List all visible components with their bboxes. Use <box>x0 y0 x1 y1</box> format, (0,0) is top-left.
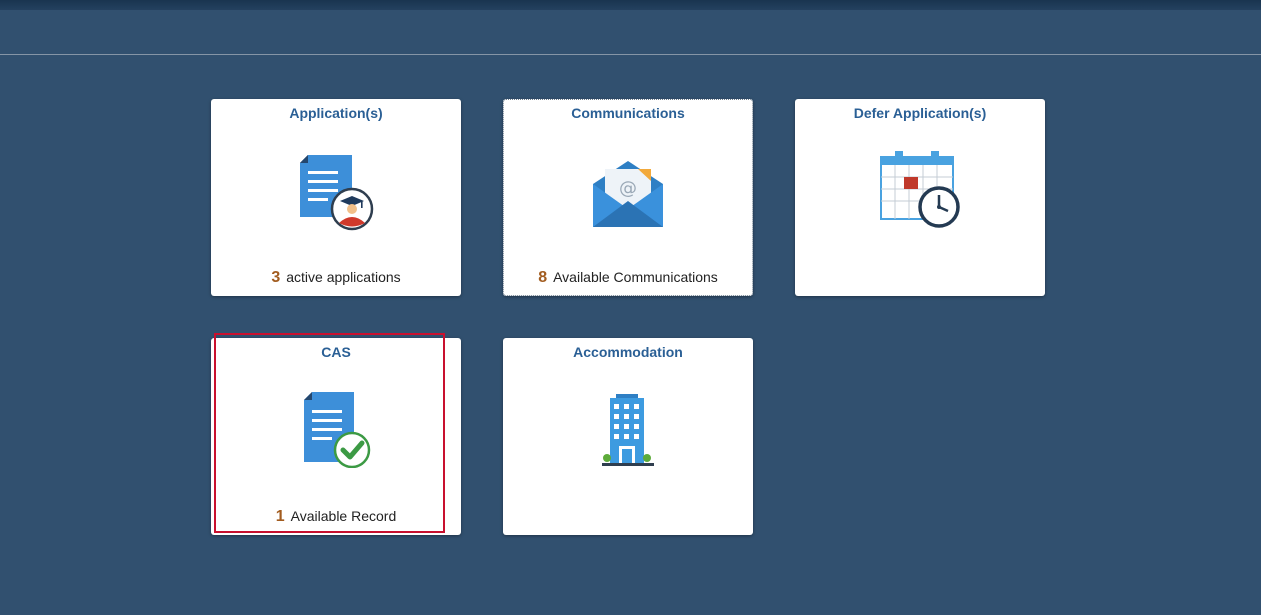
document-check-icon <box>211 382 461 474</box>
envelope-icon: @ <box>503 143 753 235</box>
tile-accommodation[interactable]: Accommodation <box>503 338 753 535</box>
header-band <box>0 10 1261 55</box>
calendar-clock-icon <box>795 143 1045 235</box>
tile-footer: 3 active applications <box>211 269 461 287</box>
tile-count: 1 <box>275 508 285 525</box>
tile-count: 8 <box>538 269 548 286</box>
tile-defer-applications[interactable]: Defer Application(s) <box>795 99 1045 296</box>
tile-title: Defer Application(s) <box>853 105 987 121</box>
tile-title: Communications <box>571 105 685 121</box>
tile-title: Accommodation <box>573 344 683 360</box>
tile-count: 3 <box>271 269 281 286</box>
svg-text:@: @ <box>619 178 637 199</box>
tile-title: Application(s) <box>289 105 383 121</box>
tile-footer <box>795 269 1045 287</box>
top-bar <box>0 0 1261 10</box>
tile-label: Available Communications <box>553 269 718 285</box>
tile-footer: 1 Available Record <box>211 508 461 526</box>
tile-title: CAS <box>321 344 351 360</box>
tile-communications[interactable]: Communications @ 8 Available Communicatio… <box>503 99 753 296</box>
tile-cas[interactable]: CAS 1 Available Record <box>211 338 461 535</box>
tile-footer: 8 Available Communications <box>503 269 753 287</box>
tile-label: Available Record <box>290 508 397 524</box>
tile-applications[interactable]: Application(s) 3 active applications <box>211 99 461 296</box>
document-graduate-icon <box>211 143 461 235</box>
building-icon <box>503 382 753 474</box>
tile-label: active applications <box>286 269 401 285</box>
tile-footer <box>503 508 753 526</box>
